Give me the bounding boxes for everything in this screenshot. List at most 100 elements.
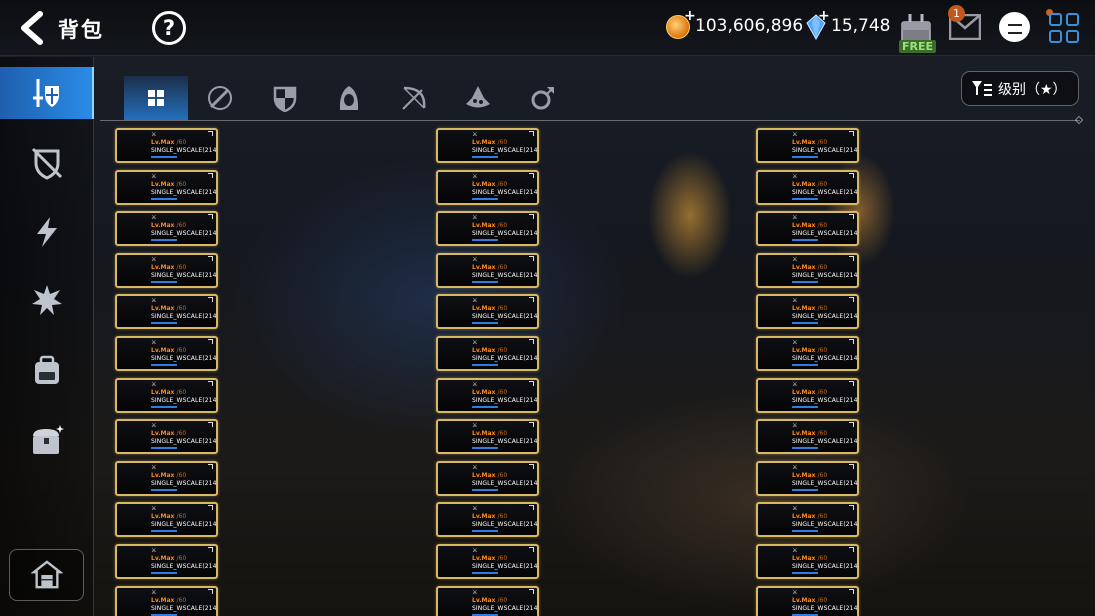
item-level: Lv.Max /60 xyxy=(151,555,187,562)
item-level: Lv.Max /60 xyxy=(792,389,828,396)
item-progress-bar xyxy=(151,447,177,449)
inventory-item-card[interactable]: ⚔ Lv.Max /60 SINGLE_WSCALE(214) xyxy=(756,461,859,496)
item-level: Lv.Max /60 xyxy=(151,513,187,520)
inventory-item-card[interactable]: ⚔ Lv.Max /60 SINGLE_WSCALE(214) xyxy=(756,128,859,163)
sidebar-item-skills[interactable] xyxy=(0,206,94,258)
inventory-item-card[interactable]: ⚔ Lv.Max /60 SINGLE_WSCALE(214) xyxy=(756,211,859,246)
item-type-icon: ⚔ xyxy=(472,381,478,388)
item-name: SINGLE_WSCALE(214) xyxy=(792,521,859,528)
tab-accessory[interactable] xyxy=(511,76,575,120)
inventory-item-card[interactable]: ⚔ Lv.Max /60 SINGLE_WSCALE(214) xyxy=(436,419,539,454)
item-type-icon: ⚔ xyxy=(792,339,798,346)
question-circle-icon[interactable]: ? xyxy=(152,11,186,45)
inventory-item-card[interactable]: ⚔ Lv.Max /60 SINGLE_WSCALE(214) xyxy=(436,253,539,288)
item-level: Lv.Max /60 xyxy=(472,305,508,312)
tab-all[interactable] xyxy=(124,76,188,120)
mail-badge: 1 xyxy=(948,5,965,22)
inventory-item-card[interactable]: ⚔ Lv.Max /60 SINGLE_WSCALE(214) xyxy=(115,502,218,537)
inventory-item-card[interactable]: ⚔ Lv.Max /60 SINGLE_WSCALE(214) xyxy=(115,419,218,454)
inventory-item-card[interactable]: ⚔ Lv.Max /60 SINGLE_WSCALE(214) xyxy=(115,544,218,579)
item-progress-bar xyxy=(792,406,818,408)
inventory-item-card[interactable]: ⚔ Lv.Max /60 SINGLE_WSCALE(214) xyxy=(115,170,218,205)
item-progress-bar xyxy=(792,322,818,324)
inventory-item-card[interactable]: ⚔ Lv.Max /60 SINGLE_WSCALE(214) xyxy=(756,253,859,288)
item-level: Lv.Max /60 xyxy=(472,513,508,520)
item-name: SINGLE_WSCALE(214) xyxy=(151,313,218,320)
treasure-chest-icon xyxy=(33,425,64,454)
inventory-item-card[interactable]: ⚔ Lv.Max /60 SINGLE_WSCALE(214) xyxy=(436,211,539,246)
item-type-icon: ⚔ xyxy=(472,131,478,138)
sidebar-item-broken-gear[interactable] xyxy=(0,137,94,189)
item-name: SINGLE_WSCALE(214) xyxy=(472,189,539,196)
sidebar-item-effects[interactable] xyxy=(0,274,94,326)
sidebar-item-chest[interactable] xyxy=(0,415,94,467)
tab-helmet[interactable] xyxy=(317,76,381,120)
inventory-item-card[interactable]: ⚔ Lv.Max /60 SINGLE_WSCALE(214) xyxy=(436,502,539,537)
inventory-item-card[interactable]: ⚔ Lv.Max /60 SINGLE_WSCALE(214) xyxy=(436,170,539,205)
corner-mark-icon xyxy=(849,256,854,261)
storage-house-button[interactable] xyxy=(9,549,84,601)
inventory-item-card[interactable]: ⚔ Lv.Max /60 SINGLE_WSCALE(214) xyxy=(115,378,218,413)
tab-weapon[interactable] xyxy=(188,76,252,120)
inventory-item-card[interactable]: ⚔ Lv.Max /60 SINGLE_WSCALE(214) xyxy=(115,253,218,288)
inventory-item-card[interactable]: ⚔ Lv.Max /60 SINGLE_WSCALE(214) xyxy=(115,586,218,616)
item-name: SINGLE_WSCALE(214) xyxy=(151,189,218,196)
inventory-item-card[interactable]: ⚔ Lv.Max /60 SINGLE_WSCALE(214) xyxy=(436,128,539,163)
corner-mark-icon xyxy=(529,589,534,594)
add-crystal-plus-icon[interactable]: + xyxy=(818,8,830,24)
inventory-item-card[interactable]: ⚔ Lv.Max /60 SINGLE_WSCALE(214) xyxy=(436,336,539,371)
inventory-item-card[interactable]: ⚔ Lv.Max /60 SINGLE_WSCALE(214) xyxy=(436,586,539,616)
inventory-item-card[interactable]: ⚔ Lv.Max /60 SINGLE_WSCALE(214) xyxy=(115,128,218,163)
item-type-icon: ⚔ xyxy=(792,297,798,304)
tab-consumable[interactable] xyxy=(446,76,510,120)
inventory-item-card[interactable]: ⚔ Lv.Max /60 SINGLE_WSCALE(214) xyxy=(756,586,859,616)
item-level: Lv.Max /60 xyxy=(151,305,187,312)
item-type-icon: ⚔ xyxy=(792,464,798,471)
inventory-item-card[interactable]: ⚔ Lv.Max /60 SINGLE_WSCALE(214) xyxy=(756,502,859,537)
inventory-item-card[interactable]: ⚔ Lv.Max /60 SINGLE_WSCALE(214) xyxy=(436,378,539,413)
corner-mark-icon xyxy=(208,464,213,469)
inventory-item-card[interactable]: ⚔ Lv.Max /60 SINGLE_WSCALE(214) xyxy=(436,544,539,579)
add-gold-plus-icon[interactable]: + xyxy=(684,8,696,24)
item-type-icon: ⚔ xyxy=(151,547,157,554)
sort-button[interactable]: 级别（★） xyxy=(961,71,1079,106)
inventory-item-card[interactable]: ⚔ Lv.Max /60 SINGLE_WSCALE(214) xyxy=(115,211,218,246)
back-arrow-icon[interactable] xyxy=(14,10,50,46)
corner-mark-icon xyxy=(849,464,854,469)
corner-mark-icon xyxy=(208,339,213,344)
menu-grid-icon[interactable] xyxy=(1049,13,1079,43)
item-progress-bar xyxy=(472,364,498,366)
corner-mark-icon xyxy=(529,505,534,510)
inventory-item-card[interactable]: ⚔ Lv.Max /60 SINGLE_WSCALE(214) xyxy=(756,336,859,371)
inventory-item-card[interactable]: ⚔ Lv.Max /60 SINGLE_WSCALE(214) xyxy=(436,294,539,329)
item-progress-bar xyxy=(472,489,498,491)
item-name: SINGLE_WSCALE(214) xyxy=(472,521,539,528)
inventory-item-card[interactable]: ⚔ Lv.Max /60 SINGLE_WSCALE(214) xyxy=(436,461,539,496)
item-name: SINGLE_WSCALE(214) xyxy=(792,480,859,487)
free-label: FREE xyxy=(899,40,937,53)
inventory-item-card[interactable]: ⚔ Lv.Max /60 SINGLE_WSCALE(214) xyxy=(756,378,859,413)
item-level: Lv.Max /60 xyxy=(792,139,828,146)
item-level: Lv.Max /60 xyxy=(792,305,828,312)
sidebar-item-bag[interactable] xyxy=(0,345,94,397)
chat-icon[interactable] xyxy=(999,12,1030,42)
corner-mark-icon xyxy=(208,297,213,302)
item-name: SINGLE_WSCALE(214) xyxy=(472,272,539,279)
inventory-item-card[interactable]: ⚔ Lv.Max /60 SINGLE_WSCALE(214) xyxy=(115,461,218,496)
item-progress-bar xyxy=(472,530,498,532)
corner-mark-icon xyxy=(849,297,854,302)
tab-bow[interactable] xyxy=(382,76,446,120)
potion-icon xyxy=(466,86,490,108)
inventory-item-card[interactable]: ⚔ Lv.Max /60 SINGLE_WSCALE(214) xyxy=(115,336,218,371)
item-progress-bar xyxy=(151,489,177,491)
inventory-item-card[interactable]: ⚔ Lv.Max /60 SINGLE_WSCALE(214) xyxy=(756,170,859,205)
tab-armor[interactable] xyxy=(253,76,317,120)
sidebar-item-equipment[interactable] xyxy=(0,67,94,119)
inventory-item-card[interactable]: ⚔ Lv.Max /60 SINGLE_WSCALE(214) xyxy=(756,294,859,329)
item-name: SINGLE_WSCALE(214) xyxy=(792,397,859,404)
item-level: Lv.Max /60 xyxy=(151,430,187,437)
corner-mark-icon xyxy=(849,381,854,386)
inventory-item-card[interactable]: ⚔ Lv.Max /60 SINGLE_WSCALE(214) xyxy=(756,544,859,579)
inventory-item-card[interactable]: ⚔ Lv.Max /60 SINGLE_WSCALE(214) xyxy=(115,294,218,329)
inventory-item-card[interactable]: ⚔ Lv.Max /60 SINGLE_WSCALE(214) xyxy=(756,419,859,454)
